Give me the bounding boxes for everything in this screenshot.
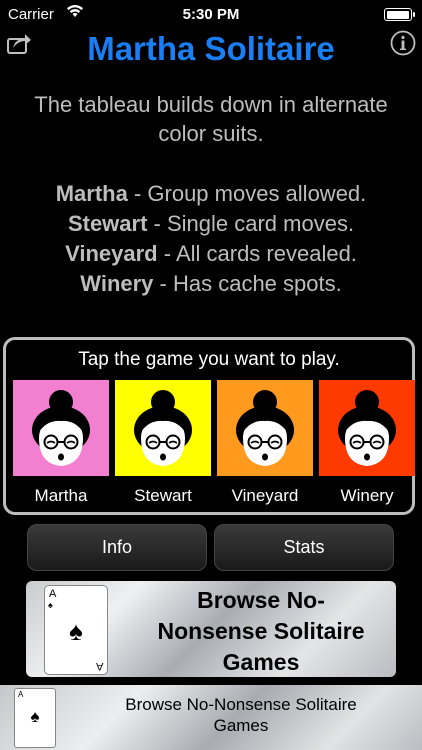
banner-line: Games [213,716,269,735]
banner-line: Browse No-Nonsense Solitaire [125,695,357,714]
variant-vineyard: Vineyard - All cards revealed. [10,239,412,269]
variant-name: Winery [80,271,154,296]
variant-list: Martha - Group moves allowed. Stewart - … [10,179,412,299]
game-label-winery[interactable]: Winery [317,486,417,506]
status-bar: Carrier 5:30 PM [0,0,422,30]
browse-games-banner-large[interactable]: A ♠ ♠ A Browse No- Nonsense Solitaire Ga… [26,581,396,677]
page-title: Martha Solitaire [87,30,335,67]
browse-games-banner-small[interactable]: A ♠ Browse No-Nonsense Solitaire Games [0,685,422,750]
variant-stewart: Stewart - Single card moves. [10,209,412,239]
card-rank-bottom: A [95,660,103,672]
game-tile-stewart[interactable] [115,380,211,476]
card-rank-top: A [49,588,57,600]
picker-prompt: Tap the game you want to play. [78,349,340,370]
game-label-stewart[interactable]: Stewart [113,486,213,506]
game-tile-vineyard[interactable] [217,380,313,476]
clock: 5:30 PM [182,6,240,23]
variant-name: Martha [55,181,128,206]
banner-line: Nonsense Solitaire [157,618,365,644]
variant-desc: - Single card moves. [147,211,355,236]
game-picker: Tap the game you want to play. Martha St… [3,337,415,515]
card-rank-top: A [18,690,24,699]
rules-description: The tableau builds down in alternate col… [34,92,388,146]
banner-small-text: Browse No-Nonsense Solitaire Games [70,694,412,736]
ace-of-spades-card: A ♠ [14,688,56,748]
stats-button[interactable]: Stats [214,524,394,571]
game-tile-winery[interactable] [319,380,415,476]
game-label-martha[interactable]: Martha [11,486,111,506]
variant-name: Stewart [67,211,148,236]
spade-icon: ♠ [30,707,40,726]
ace-of-spades-card: A ♠ ♠ A [44,585,108,675]
battery-icon [384,8,415,21]
banner-line: Browse No- [197,587,325,613]
banner-large-text: Browse No- Nonsense Solitaire Games [134,585,388,677]
info-button[interactable]: Info [27,524,207,571]
variant-desc: - All cards revealed. [157,241,357,266]
game-label-vineyard[interactable]: Vineyard [215,486,315,506]
martha-face-icon [217,380,313,476]
variant-martha: Martha - Group moves allowed. [10,179,412,209]
spade-icon: ♠ [69,616,83,646]
martha-face-icon [319,380,415,476]
martha-face-icon [115,380,211,476]
variant-winery: Winery - Has cache spots. [10,269,412,299]
variant-desc: - Group moves allowed. [127,181,367,206]
game-tile-martha[interactable] [13,380,109,476]
spade-icon: ♠ [48,600,53,610]
banner-line: Games [222,649,300,675]
variant-name: Vineyard [65,241,158,266]
variant-desc: - Has cache spots. [153,271,342,296]
martha-face-icon [13,380,109,476]
